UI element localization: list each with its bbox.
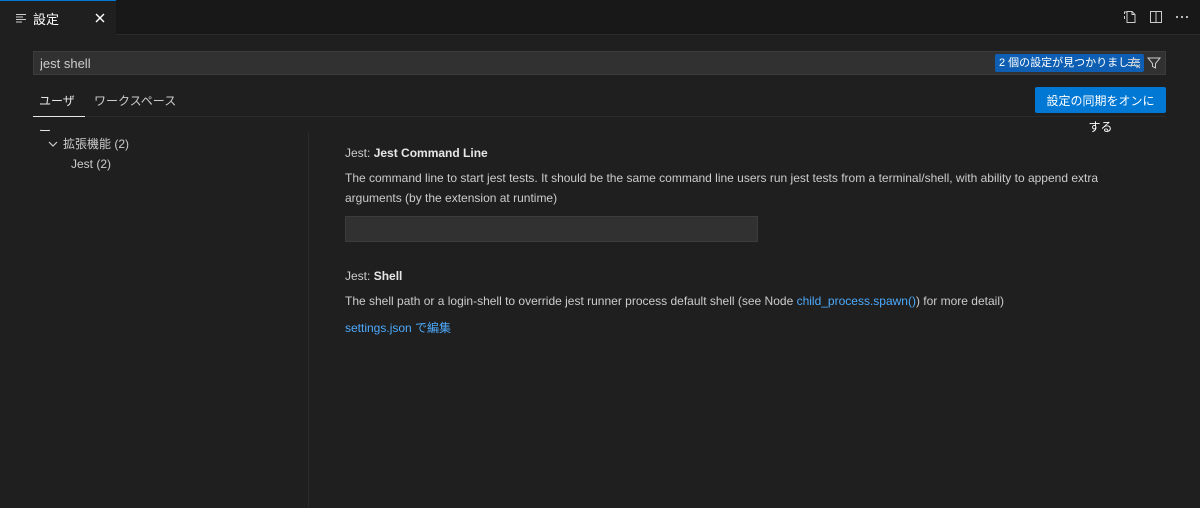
editor-actions xyxy=(1122,9,1190,25)
tab-label: 設定 xyxy=(33,11,60,27)
setting-description: The command line to start jest tests. It… xyxy=(345,171,1099,205)
toc-divider xyxy=(308,132,309,508)
jest-command-line-input-box xyxy=(345,216,758,242)
search-result-badge: 2 個の設定が見つかりました xyxy=(995,54,1145,72)
toc-item-jest[interactable]: Jest (2) xyxy=(71,157,111,171)
jest-command-line-input[interactable] xyxy=(346,217,757,241)
description-text: The shell path or a login-shell to overr… xyxy=(345,294,797,308)
child-process-spawn-link[interactable]: child_process.spawn() xyxy=(797,294,916,308)
setting-title: Jest: Jest Command Line xyxy=(345,146,1155,160)
edit-in-settings-json-link[interactable]: settings.json で編集 xyxy=(345,321,451,335)
setting-category: Jest: xyxy=(345,146,374,160)
setting-name: Shell xyxy=(373,269,403,283)
tab-workspace[interactable]: ワークスペース xyxy=(94,86,176,117)
setting-jest-shell: Jest: Shell The shell path or a login-sh… xyxy=(345,269,1155,336)
clear-filter-icon[interactable] xyxy=(1126,55,1142,71)
settings-scope-tabs: ユーザー ワークスペース xyxy=(33,86,1166,138)
open-settings-json-icon[interactable] xyxy=(1122,9,1138,25)
filter-icon[interactable] xyxy=(1146,55,1162,71)
setting-name: Jest Command Line xyxy=(373,146,488,160)
tab-user[interactable]: ユーザー xyxy=(33,86,85,138)
setting-jest-command-line: Jest: Jest Command Line The command line… xyxy=(345,146,1155,242)
toc-item-extensions[interactable]: 拡張機能 (2) xyxy=(63,135,129,152)
editor-tab-bar: 設定 xyxy=(0,0,1200,35)
tab-settings[interactable]: 設定 xyxy=(0,0,116,35)
more-actions-icon[interactable] xyxy=(1174,9,1190,25)
turn-on-settings-sync-button[interactable]: 設定の同期をオンにする xyxy=(1035,87,1166,134)
close-icon[interactable] xyxy=(92,10,108,26)
settings-search-box: 2 個の設定が見つかりました xyxy=(33,51,1166,75)
setting-category: Jest: xyxy=(345,269,374,283)
settings-list-icon xyxy=(14,11,28,25)
setting-title: Jest: Shell xyxy=(345,269,1155,283)
description-text-end: ) for more detail) xyxy=(915,294,1004,308)
split-editor-icon[interactable] xyxy=(1148,9,1164,25)
search-input[interactable] xyxy=(40,52,940,74)
chevron-down-icon[interactable] xyxy=(47,138,59,150)
setting-description: The shell path or a login-shell to overr… xyxy=(345,291,1155,311)
